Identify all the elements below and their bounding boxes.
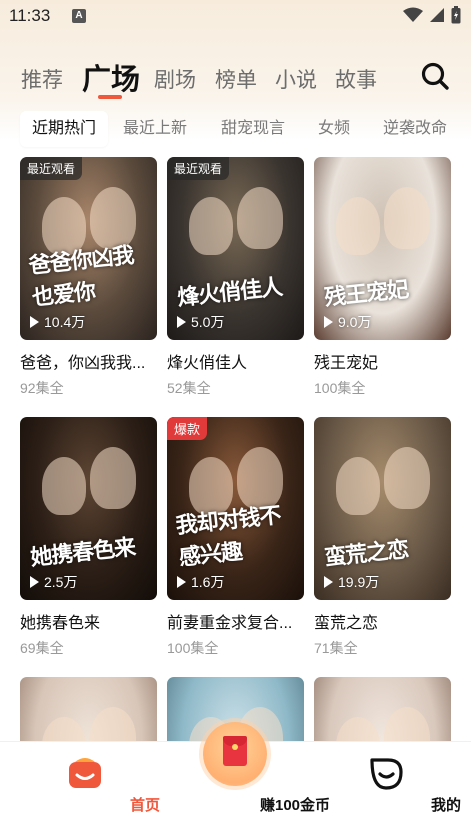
play-icon [30, 316, 39, 328]
drama-poster[interactable]: 残王宠妃 9.0万 [314, 157, 451, 340]
active-tab-indicator [98, 95, 122, 99]
poster-figure [384, 447, 430, 509]
view-count-text: 19.9万 [338, 574, 380, 590]
drama-title[interactable]: 残王宠妃 [314, 349, 451, 373]
battery-icon [451, 6, 461, 24]
tab-plaza[interactable]: 广场 [82, 56, 140, 98]
tab-novel[interactable]: 小说 [275, 64, 317, 94]
poster-figure [336, 457, 380, 515]
play-icon [177, 576, 186, 588]
chip-sweet-romance[interactable]: 甜宠现言 [209, 111, 297, 147]
poster-figure [189, 197, 233, 255]
poster-figure [384, 187, 430, 249]
view-count-text: 1.6万 [191, 574, 225, 590]
episode-count: 100集全 [167, 640, 219, 656]
view-count-text: 5.0万 [191, 314, 225, 330]
drama-card[interactable]: 爸爸你凶我也爱你 最近观看 10.4万爸爸，你凶我我... 92集全 [20, 157, 157, 398]
drama-card[interactable]: 她携春色来 2.5万她携春色来 69集全 [20, 417, 157, 658]
drama-title[interactable]: 爸爸，你凶我我... [20, 349, 157, 373]
search-icon[interactable] [420, 61, 450, 91]
tab-theater[interactable]: 剧场 [154, 64, 196, 94]
view-count: 9.0万 [324, 312, 371, 332]
episode-count: 52集全 [167, 380, 211, 396]
view-count: 1.6万 [177, 572, 224, 592]
tab-story[interactable]: 故事 [335, 64, 377, 94]
drama-card[interactable]: 我却对钱不感兴趣 爆款 1.6万前妻重金求复合... 100集全 [167, 417, 304, 658]
drama-card[interactable]: 残王宠妃 9.0万残王宠妃 100集全 [314, 157, 451, 398]
earn-coins-label: 赚100金币 [259, 797, 331, 814]
drama-title[interactable]: 烽火俏佳人 [167, 349, 304, 373]
play-icon [177, 316, 186, 328]
view-count: 2.5万 [30, 572, 77, 592]
play-icon [324, 316, 333, 328]
tab-ranking[interactable]: 榜单 [215, 64, 257, 94]
bottom-tab-bar: 首页 赚100金币 我的 [0, 722, 471, 837]
red-envelope-button[interactable] [203, 722, 267, 786]
drama-poster[interactable]: 我却对钱不感兴趣 爆款 1.6万 [167, 417, 304, 600]
view-count-text: 10.4万 [44, 314, 86, 330]
wifi-icon [403, 7, 423, 22]
drama-poster[interactable]: 烽火俏佳人 最近观看 5.0万 [167, 157, 304, 340]
poster-calligraphy: 我却对钱不感兴趣 [174, 502, 282, 571]
home-label: 首页 [129, 797, 160, 814]
status-bar: 11:33 A [0, 0, 471, 34]
episode-count: 100集全 [314, 380, 366, 396]
signal-icon [430, 8, 444, 22]
drama-title[interactable]: 蛮荒之恋 [314, 609, 451, 633]
chip-counterattack[interactable]: 逆袭改命 [371, 111, 459, 147]
tab-recommend[interactable]: 推荐 [21, 64, 63, 94]
home-icon [69, 758, 101, 788]
view-count-text: 2.5万 [44, 574, 78, 590]
view-count: 5.0万 [177, 312, 224, 332]
play-icon [30, 576, 39, 588]
status-time: 11:33 [9, 6, 51, 25]
notification-icon: A [72, 9, 86, 23]
view-count: 19.9万 [324, 572, 379, 592]
chip-recent-hot[interactable]: 近期热门 [20, 111, 109, 147]
poster-figure [90, 447, 136, 509]
chip-new-arrivals[interactable]: 最近上新 [111, 111, 199, 147]
view-count-text: 9.0万 [338, 314, 372, 330]
poster-figure [336, 197, 380, 255]
category-chips: 近期热门 最近上新 甜宠现言 女频 逆袭改命 [0, 111, 471, 149]
poster-figure [237, 187, 283, 249]
status-icons [403, 6, 461, 24]
poster-calligraphy: 爸爸你凶我也爱你 [27, 242, 135, 311]
drama-poster[interactable]: 蛮荒之恋 19.9万 [314, 417, 451, 600]
recently-watched-badge: 最近观看 [20, 157, 83, 180]
recently-watched-badge: 最近观看 [167, 157, 230, 180]
red-envelope-icon [223, 736, 247, 766]
drama-card[interactable]: 烽火俏佳人 最近观看 5.0万 烽火俏佳人 52集全 [167, 157, 304, 398]
hot-badge: 爆款 [167, 417, 208, 440]
poster-figure [42, 457, 86, 515]
play-icon [324, 576, 333, 588]
drama-poster[interactable]: 爸爸你凶我也爱你 最近观看 10.4万 [20, 157, 157, 340]
drama-title[interactable]: 前妻重金求复合... [167, 609, 304, 633]
drama-title[interactable]: 她携春色来 [20, 609, 157, 633]
chip-female[interactable]: 女频 [306, 111, 362, 147]
drama-poster[interactable]: 她携春色来 2.5万 [20, 417, 157, 600]
episode-count: 71集全 [314, 640, 358, 656]
drama-card[interactable]: 蛮荒之恋 19.9万蛮荒之恋 71集全 [314, 417, 451, 658]
view-count: 10.4万 [30, 312, 85, 332]
mine-label: 我的 [430, 797, 461, 814]
profile-icon [370, 758, 403, 790]
episode-count: 92集全 [20, 380, 64, 396]
top-nav: 推荐 广场 剧场 榜单 小说 故事 [0, 56, 471, 104]
episode-count: 69集全 [20, 640, 64, 656]
